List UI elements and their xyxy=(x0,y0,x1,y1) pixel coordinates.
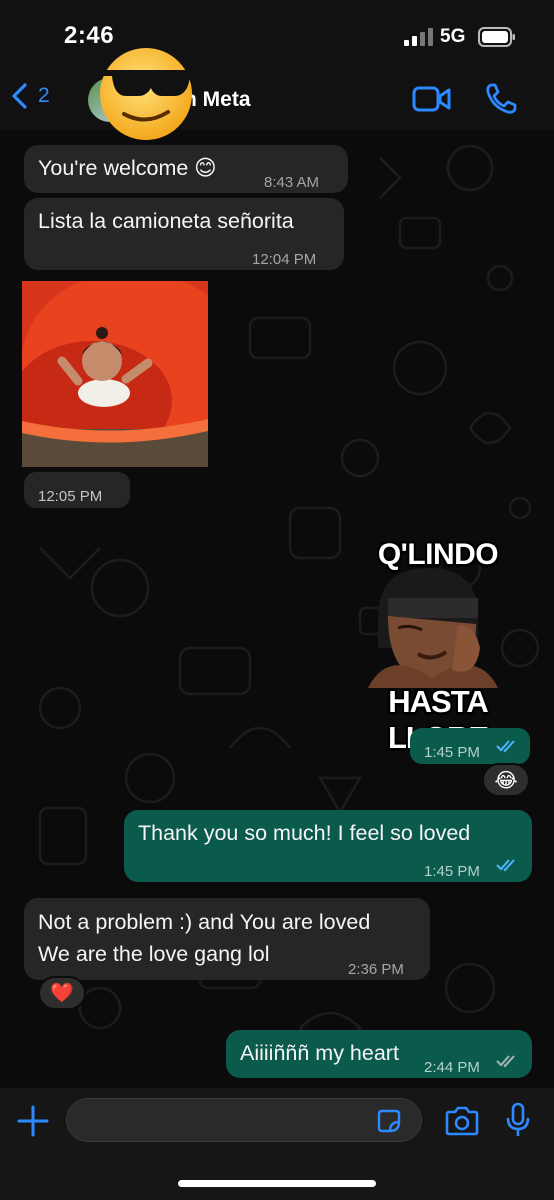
read-ticks-icon xyxy=(496,740,515,753)
message-time: 1:45 PM xyxy=(424,863,480,880)
delivered-ticks-icon xyxy=(496,1055,515,1068)
message-bubble-incoming[interactable]: You're welcome 😊 8:43 AM xyxy=(24,145,348,193)
unread-count: 2 xyxy=(38,84,50,107)
sunglasses-emoji-sticker xyxy=(100,48,192,140)
sticker-top-text: Q'LINDO xyxy=(377,538,499,571)
message-text-line-1: Not a problem :) and You are loved xyxy=(38,910,371,934)
read-ticks-icon xyxy=(496,859,515,872)
sticker-time-badge: 1:45 PM xyxy=(410,728,530,764)
signal-icon xyxy=(404,28,433,46)
message-reaction[interactable]: ❤️ xyxy=(38,976,86,1010)
message-text-line-2: We are the love gang lol xyxy=(38,942,270,966)
camera-button[interactable] xyxy=(444,1106,480,1136)
message-input-bar xyxy=(0,1088,554,1200)
chevron-left-icon xyxy=(12,83,27,109)
message-bubble-incoming[interactable]: Not a problem :) and You are loved We ar… xyxy=(24,898,430,980)
photo-image xyxy=(22,281,208,467)
message-text: Lista la camioneta señorita xyxy=(38,209,294,233)
video-call-button[interactable] xyxy=(412,84,452,114)
message-time: 8:43 AM xyxy=(264,174,320,191)
message-bubble-incoming[interactable]: Lista la camioneta señorita 12:04 PM xyxy=(24,198,344,270)
home-indicator xyxy=(178,1180,376,1187)
message-text: Aiiiiñññ my heart xyxy=(240,1041,399,1065)
chat-header: 2 n Meta xyxy=(0,70,554,130)
message-time: 1:45 PM xyxy=(424,744,480,761)
photo-message[interactable] xyxy=(22,281,208,467)
photo-time-badge: 12:05 PM xyxy=(24,472,130,508)
attach-plus-button[interactable] xyxy=(16,1104,50,1138)
message-reaction[interactable]: 😂 xyxy=(482,763,530,797)
message-time: 12:05 PM xyxy=(38,488,103,505)
phone-call-button[interactable] xyxy=(484,82,518,116)
sticker-message[interactable]: Q'LINDO HASTA LLORE xyxy=(348,538,528,755)
back-button[interactable]: 2 xyxy=(8,82,50,110)
message-input[interactable] xyxy=(66,1098,422,1142)
microphone-button[interactable] xyxy=(506,1102,530,1138)
chat-screen: 2:46 5G 2 n Meta You're welcome 😊 8:43 A… xyxy=(0,0,554,1200)
sticker-button[interactable] xyxy=(376,1108,402,1134)
status-bar: 2:46 5G xyxy=(0,0,554,70)
network-type: 5G xyxy=(440,26,466,47)
message-text: You're welcome 😊 xyxy=(38,156,217,180)
message-text: Thank you so much! I feel so loved xyxy=(138,821,471,845)
message-bubble-outgoing[interactable]: Thank you so much! I feel so loved 1:45 … xyxy=(124,810,532,882)
message-time: 2:44 PM xyxy=(424,1059,480,1076)
battery-icon xyxy=(478,27,515,47)
message-time: 2:36 PM xyxy=(348,961,404,978)
heart-emoji: ❤️ xyxy=(50,983,74,1004)
laughing-emoji: 😂 xyxy=(494,769,518,792)
message-time: 12:04 PM xyxy=(252,251,317,268)
message-bubble-outgoing[interactable]: Aiiiiñññ my heart 2:44 PM xyxy=(226,1030,532,1078)
